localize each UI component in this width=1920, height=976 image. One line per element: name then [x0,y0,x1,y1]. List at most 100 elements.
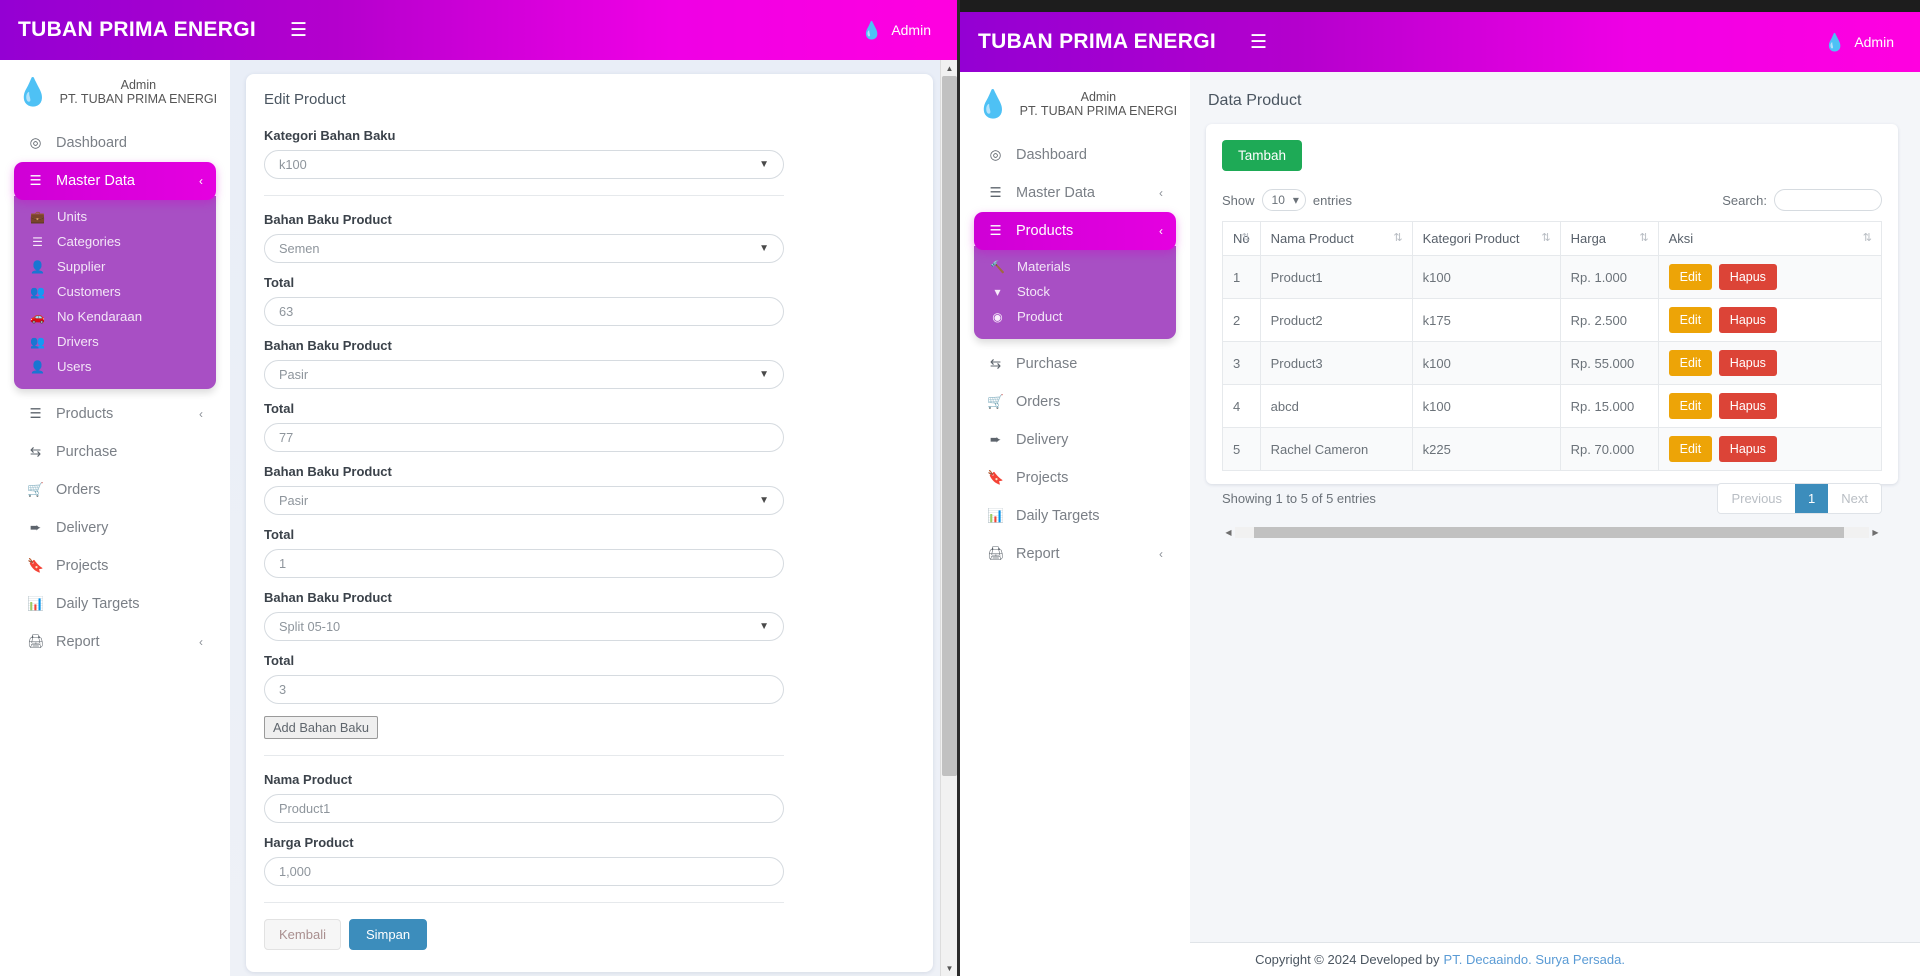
total-input[interactable]: 77 [264,423,784,452]
bahan-baku-select[interactable]: Split 05-10 ▼ [264,612,784,641]
submenu-item-supplier[interactable]: 👤 Supplier [14,254,216,279]
sidebar-item-label: Products [1016,223,1074,239]
total-input[interactable]: 3 [264,675,784,704]
column-header-kategori-product[interactable]: Kategori Product ⇅ [1411,221,1561,256]
submenu-item-customers[interactable]: 👥 Customers [14,279,216,304]
cell-aksi: Edit Hapus [1657,255,1883,299]
sort-icon[interactable]: ⇅ [1863,231,1872,244]
avatar-water-drop-icon: 💧 [976,88,1010,119]
sidebar-item-master-data[interactable]: ☰ Master Data ‹ [974,174,1176,212]
column-header-aksi[interactable]: Aksi ⇅ [1657,221,1883,256]
kembali-button[interactable]: Kembali [264,919,341,950]
sidebar-item-projects[interactable]: 🔖 Projects [14,547,216,585]
sort-icon[interactable]: ⇅ [1393,231,1402,244]
sidebar-item-dashboard[interactable]: ◎ Dashboard [14,124,216,162]
edit-button[interactable]: Edit [1668,393,1713,419]
sidebar-item-master-data[interactable]: ☰ Master Data ‹ [14,162,216,200]
edit-button[interactable]: Edit [1668,436,1713,462]
hapus-button[interactable]: Hapus [1718,307,1777,333]
products-table: No ⇅ Nama Product ⇅ Kategori Product ⇅ H… [1222,221,1883,471]
sidebar-item-orders[interactable]: 🛒 Orders [974,383,1176,421]
scroll-left-arrow-icon[interactable]: ◀ [1222,528,1235,537]
scroll-right-arrow-icon[interactable]: ▶ [1869,528,1882,537]
column-header-nama-product[interactable]: Nama Product ⇅ [1259,221,1413,256]
total-input[interactable]: 63 [264,297,784,326]
sidebar-item-projects[interactable]: 🔖 Projects [974,459,1176,497]
total-input[interactable]: 1 [264,549,784,578]
table-row: 2 Product2 k175 Rp. 2.500 Edit Hapus [1222,298,1883,342]
sidebar-item-purchase[interactable]: ⇆ Purchase [14,433,216,471]
add-bahan-baku-button[interactable]: Add Bahan Baku [264,716,379,739]
sidebar-item-products[interactable]: ☰ Products ‹ [974,212,1176,250]
sidebar-item-dashboard[interactable]: ◎ Dashboard [974,136,1176,174]
chevron-down-icon: ▼ [759,621,769,632]
scroll-up-arrow-icon[interactable]: ▲ [941,60,957,76]
pagination-previous[interactable]: Previous [1718,484,1796,513]
navbar-user-area[interactable]: 💧 Admin [1824,34,1902,51]
submenu-item-drivers[interactable]: 👥 Drivers [14,329,216,354]
sidebar-item-daily-targets[interactable]: 📊 Daily Targets [974,497,1176,535]
table-body: 1 Product1 k100 Rp. 1.000 Edit Hapus 2 P… [1222,255,1883,471]
cell-no: 1 [1222,255,1261,299]
chevron-down-icon: ▼ [759,495,769,506]
cell-kategori: k100 [1411,341,1561,385]
bahan-baku-select[interactable]: Pasir ▼ [264,486,784,515]
page-scrollbar[interactable]: ▲ ▼ [940,60,957,976]
sort-icon[interactable]: ⇅ [1541,231,1550,244]
sidebar-item-report[interactable]: 🖨 Report ‹ [974,535,1176,573]
submenu-item-product[interactable]: ◉ Product [974,304,1176,329]
scroll-down-arrow-icon[interactable]: ▼ [941,960,957,976]
sidebar-item-daily-targets[interactable]: 📊 Daily Targets [14,585,216,623]
kategori-bahan-baku-select[interactable]: k100 ▼ [264,150,784,179]
footer-link[interactable]: PT. Decaaindo. Surya Persada. [1444,952,1625,967]
column-header-harga[interactable]: Harga ⇅ [1559,221,1659,256]
table-horizontal-scrollbar[interactable]: ◀ ▶ [1222,526,1882,539]
edit-button[interactable]: Edit [1668,307,1713,333]
server-icon: ☰ [29,173,42,188]
hamburger-menu-icon[interactable]: ☰ [290,21,307,40]
sidebar-item-orders[interactable]: 🛒 Orders [14,471,216,509]
scrollbar-thumb[interactable] [1254,527,1844,538]
submenu-item-units[interactable]: 💼 Units [14,204,216,229]
water-drop-icon: 💧 [1824,32,1846,52]
sidebar-item-purchase[interactable]: ⇆ Purchase [974,345,1176,383]
sort-icon[interactable]: ⇅ [1241,231,1250,244]
table-row: 3 Product3 k100 Rp. 55.000 Edit Hapus [1222,341,1883,385]
cell-harga: Rp. 70.000 [1559,427,1659,471]
nama-product-input[interactable]: Product1 [264,794,784,823]
submenu-item-stock[interactable]: ▾ Stock [974,279,1176,304]
search-input[interactable] [1774,189,1882,211]
scrollbar-thumb[interactable] [942,76,957,776]
scrollbar-track[interactable] [1235,527,1869,538]
hamburger-menu-icon[interactable]: ☰ [1250,33,1267,52]
bahan-baku-select[interactable]: Semen ▼ [264,234,784,263]
pagination-next[interactable]: Next [1828,484,1881,513]
submenu-item-no-kendaraan[interactable]: 🚗 No Kendaraan [14,304,216,329]
paper-plane-icon: ➨ [989,432,1002,447]
entries-select[interactable]: 10 ▾ [1261,189,1306,211]
navbar-user-area[interactable]: 💧 Admin [861,22,939,39]
simpan-button[interactable]: Simpan [348,919,428,950]
sidebar-item-delivery[interactable]: ➨ Delivery [14,509,216,547]
hapus-button[interactable]: Hapus [1718,264,1777,290]
bahan-baku-select[interactable]: Pasir ▼ [264,360,784,389]
column-header-no[interactable]: No ⇅ [1222,221,1261,256]
harga-product-input[interactable]: 1,000 [264,857,784,886]
submenu-item-materials[interactable]: 🔨 Materials [974,254,1176,279]
tambah-button[interactable]: Tambah [1222,140,1303,171]
sidebar-item-report[interactable]: 🖨 Report ‹ [14,623,216,661]
submenu-item-users[interactable]: 👤 Users [14,354,216,379]
submenu-item-label: Categories [57,234,121,249]
sidebar-item-delivery[interactable]: ➨ Delivery [974,421,1176,459]
edit-button[interactable]: Edit [1668,264,1713,290]
hapus-button[interactable]: Hapus [1718,350,1777,376]
hapus-button[interactable]: Hapus [1718,393,1777,419]
edit-button[interactable]: Edit [1668,350,1713,376]
sort-icon[interactable]: ⇅ [1639,231,1648,244]
sidebar-item-label: Master Data [1016,185,1095,201]
sidebar-item-products[interactable]: ☰ Products ‹ [14,395,216,433]
pagination-page-1[interactable]: 1 [1795,484,1829,513]
hapus-button[interactable]: Hapus [1718,436,1777,462]
chevron-left-icon: ‹ [199,407,203,421]
submenu-item-categories[interactable]: ☰ Categories [14,229,216,254]
